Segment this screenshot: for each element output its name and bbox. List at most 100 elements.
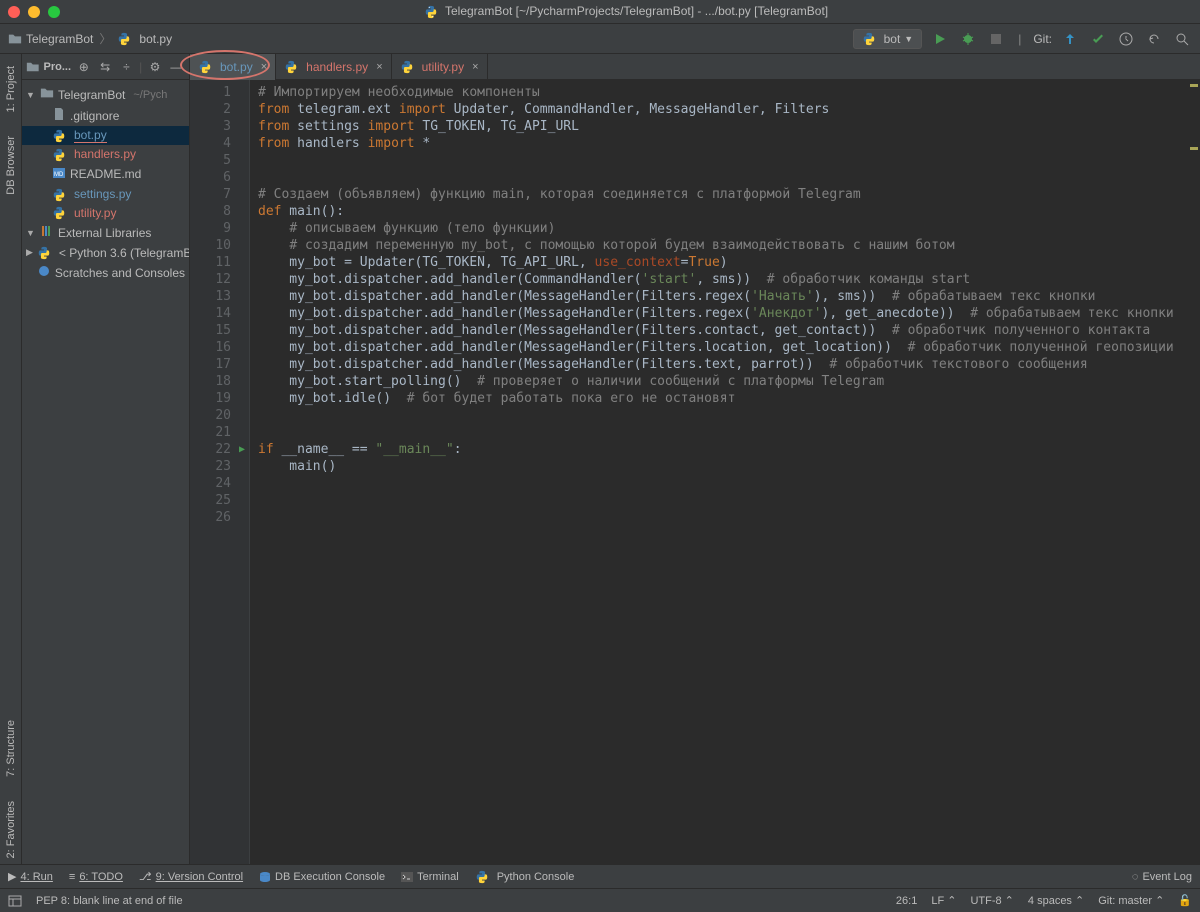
code-line[interactable] (258, 152, 1192, 169)
tool-vcs[interactable]: ⎇ 9: Version Control (139, 870, 243, 883)
tool-todo[interactable]: ≡ 6: TODO (69, 871, 123, 883)
tool-structure[interactable]: 7: Structure (3, 716, 19, 781)
code-line[interactable]: my_bot.dispatcher.add_handler(MessageHan… (258, 356, 1192, 373)
git-commit-button[interactable] (1088, 29, 1108, 49)
navigation-bar: TelegramBot 〉 bot.py bot ▼ | Git: (0, 24, 1200, 54)
git-branch[interactable]: Git: master ⌃ (1098, 894, 1164, 907)
tree-item-label: < Python 3.6 (TelegramBot) > (59, 246, 189, 260)
editor-body[interactable]: 123456789101112131415161718192021▶222324… (190, 80, 1200, 864)
tool-event-log[interactable]: ◌ Event Log (1132, 871, 1192, 883)
tool-project[interactable]: 1: Project (3, 62, 19, 116)
line-separator[interactable]: LF ⌃ (931, 894, 956, 907)
python-file-icon (198, 59, 216, 74)
tool-db-browser[interactable]: DB Browser (3, 132, 19, 199)
select-opened-file-button[interactable]: ⊕ (75, 58, 92, 76)
indent-config[interactable]: 4 spaces ⌃ (1028, 894, 1084, 907)
code-line[interactable]: my_bot.dispatcher.add_handler(MessageHan… (258, 288, 1192, 305)
close-tab-icon[interactable]: × (472, 61, 478, 73)
tree-item[interactable]: handlers.py (22, 145, 189, 164)
run-config-selector[interactable]: bot ▼ (853, 29, 923, 49)
git-history-button[interactable] (1116, 29, 1136, 49)
readonly-lock-icon[interactable]: 🔓 (1178, 894, 1192, 907)
file-encoding[interactable]: UTF-8 ⌃ (970, 894, 1013, 907)
code-line[interactable]: from settings import TG_TOKEN, TG_API_UR… (258, 118, 1192, 135)
tool-favorites[interactable]: 2: Favorites (3, 797, 19, 862)
tree-item[interactable]: Scratches and Consoles (22, 262, 189, 283)
tree-item[interactable]: utility.py (22, 204, 189, 223)
code-line[interactable]: if __name__ == "__main__": (258, 441, 1192, 458)
git-label: Git: (1033, 32, 1052, 46)
code-line[interactable]: my_bot.dispatcher.add_handler(MessageHan… (258, 339, 1192, 356)
chevron-right-icon: 〉 (99, 30, 111, 47)
expand-all-button[interactable]: ⇆ (96, 58, 113, 76)
breadcrumb-project[interactable]: TelegramBot (8, 32, 93, 46)
tool-run[interactable]: ▶ 4: Run (8, 870, 53, 883)
code-line[interactable] (258, 475, 1192, 492)
warning-marker[interactable] (1190, 147, 1198, 150)
run-gutter-icon[interactable]: ▶ (239, 441, 245, 458)
tree-item[interactable]: MD README.md (22, 164, 189, 185)
stop-button[interactable] (986, 29, 1006, 49)
code-line[interactable]: my_bot.dispatcher.add_handler(MessageHan… (258, 322, 1192, 339)
settings-button[interactable]: ⚙ (146, 58, 163, 76)
gutter[interactable]: 123456789101112131415161718192021▶222324… (190, 80, 250, 864)
tree-item-label: handlers.py (74, 147, 136, 161)
close-tab-icon[interactable]: × (376, 61, 382, 73)
tree-item[interactable]: ▼TelegramBot~/Pych (22, 84, 189, 105)
search-button[interactable] (1172, 29, 1192, 49)
git-update-button[interactable] (1060, 29, 1080, 49)
close-window-button[interactable] (8, 6, 20, 18)
editor-tabs: bot.py×handlers.py×utility.py× (190, 54, 1200, 80)
warning-marker[interactable] (1190, 84, 1198, 87)
tree-item[interactable]: ▶< Python 3.6 (TelegramBot) > (22, 243, 189, 262)
editor-tab[interactable]: bot.py× (190, 54, 276, 80)
code-line[interactable] (258, 407, 1192, 424)
tree-item[interactable]: .gitignore (22, 105, 189, 126)
code-line[interactable]: my_bot.dispatcher.add_handler(CommandHan… (258, 271, 1192, 288)
code-line[interactable] (258, 492, 1192, 509)
editor-tab[interactable]: handlers.py× (276, 54, 391, 80)
tree-item-label: bot.py (74, 128, 107, 143)
code-line[interactable]: from telegram.ext import Updater, Comman… (258, 101, 1192, 118)
py-icon (52, 147, 70, 162)
tool-db-console[interactable]: DB Execution Console (259, 871, 385, 883)
window-title: TelegramBot [~/PycharmProjects/TelegramB… (60, 4, 1192, 19)
collapse-all-button[interactable]: ÷ (118, 58, 135, 76)
tree-item[interactable]: settings.py (22, 185, 189, 204)
tree-item[interactable]: bot.py (22, 126, 189, 145)
code-line[interactable]: # Создаем (объявляем) функцию main, кото… (258, 186, 1192, 203)
code-line[interactable] (258, 509, 1192, 526)
run-button[interactable] (930, 29, 950, 49)
code-line[interactable]: my_bot.idle() # бот будет работать пока … (258, 390, 1192, 407)
code-line[interactable]: my_bot = Updater(TG_TOKEN, TG_API_URL, u… (258, 254, 1192, 271)
md-icon: MD (52, 166, 66, 183)
cursor-position[interactable]: 26:1 (896, 895, 917, 907)
breadcrumb-file[interactable]: bot.py (117, 32, 172, 46)
maximize-window-button[interactable] (48, 6, 60, 18)
error-stripe[interactable] (1188, 84, 1200, 200)
code-line[interactable]: main() (258, 458, 1192, 475)
code-line[interactable] (258, 424, 1192, 441)
tree-item-label: README.md (70, 167, 141, 181)
code-line[interactable]: # Импортируем необходимые компоненты (258, 84, 1192, 101)
code-area[interactable]: # Импортируем необходимые компонентыfrom… (250, 80, 1200, 864)
tree-item[interactable]: ▼External Libraries (22, 222, 189, 243)
code-line[interactable]: my_bot.dispatcher.add_handler(MessageHan… (258, 305, 1192, 322)
minimize-window-button[interactable] (28, 6, 40, 18)
folder-icon (8, 32, 22, 46)
git-revert-button[interactable] (1144, 29, 1164, 49)
tool-python-console[interactable]: Python Console (475, 870, 575, 884)
code-line[interactable] (258, 169, 1192, 186)
debug-button[interactable] (958, 29, 978, 49)
hide-button[interactable]: — (168, 58, 185, 76)
code-line[interactable]: def main(): (258, 203, 1192, 220)
python-file-icon (284, 59, 302, 74)
code-line[interactable]: from handlers import * (258, 135, 1192, 152)
tool-windows-icon[interactable] (8, 894, 22, 908)
close-tab-icon[interactable]: × (261, 61, 267, 73)
tool-terminal[interactable]: Terminal (401, 871, 459, 883)
code-line[interactable]: my_bot.start_polling() # проверяет о нал… (258, 373, 1192, 390)
code-line[interactable]: # описываем функцию (тело функции) (258, 220, 1192, 237)
editor-tab[interactable]: utility.py× (392, 54, 488, 80)
code-line[interactable]: # создадим переменную my_bot, с помощью … (258, 237, 1192, 254)
